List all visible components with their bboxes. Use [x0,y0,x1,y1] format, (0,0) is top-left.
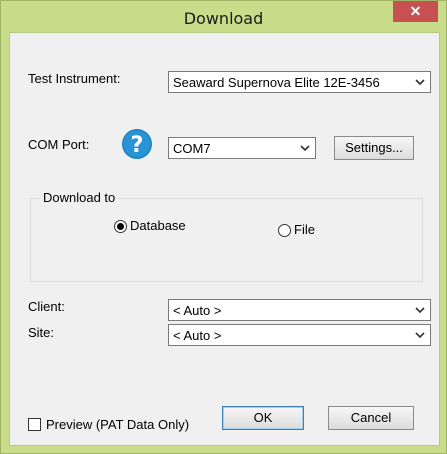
preview-label[interactable]: Preview (PAT Data Only) [46,417,189,432]
ok-button[interactable]: OK [222,406,304,430]
com-port-label: COM Port: [28,137,90,152]
file-radio[interactable] [278,224,291,237]
close-button[interactable]: ✕ [393,1,438,22]
dialog-title: Download [183,9,264,28]
client-label: Client: [28,299,65,314]
chevron-down-icon [415,79,425,86]
title-bar[interactable]: Download ✕ [1,1,446,33]
test-instrument-value: Seaward Supernova Elite 12E-3456 [173,75,380,90]
dialog-body: Test Instrument: Seaward Supernova Elite… [9,32,440,446]
com-port-value: COM7 [173,141,211,156]
chevron-down-icon [415,307,425,314]
client-dropdown[interactable]: < Auto > [168,299,431,321]
test-instrument-label: Test Instrument: [28,71,121,86]
chevron-down-icon [415,332,425,339]
preview-checkbox[interactable] [28,418,41,431]
radio-selected-dot [117,223,124,230]
file-option-label[interactable]: File [294,222,315,237]
download-to-group [30,198,423,282]
test-instrument-dropdown[interactable]: Seaward Supernova Elite 12E-3456 [168,71,431,93]
download-to-label: Download to [40,190,119,205]
settings-button[interactable]: Settings... [334,136,414,160]
svg-text:?: ? [131,133,144,158]
database-option-label[interactable]: Database [130,218,186,233]
com-port-dropdown[interactable]: COM7 [168,137,316,159]
chevron-down-icon [300,145,310,152]
client-value: < Auto > [173,303,222,318]
cancel-button[interactable]: Cancel [328,406,414,430]
question-mark-icon[interactable]: ? [121,128,153,160]
download-dialog: Download ✕ Test Instrument: Seaward Supe… [0,0,447,454]
site-dropdown[interactable]: < Auto > [168,324,431,346]
site-label: Site: [28,325,55,340]
database-radio[interactable] [114,220,127,233]
site-value: < Auto > [173,328,222,343]
